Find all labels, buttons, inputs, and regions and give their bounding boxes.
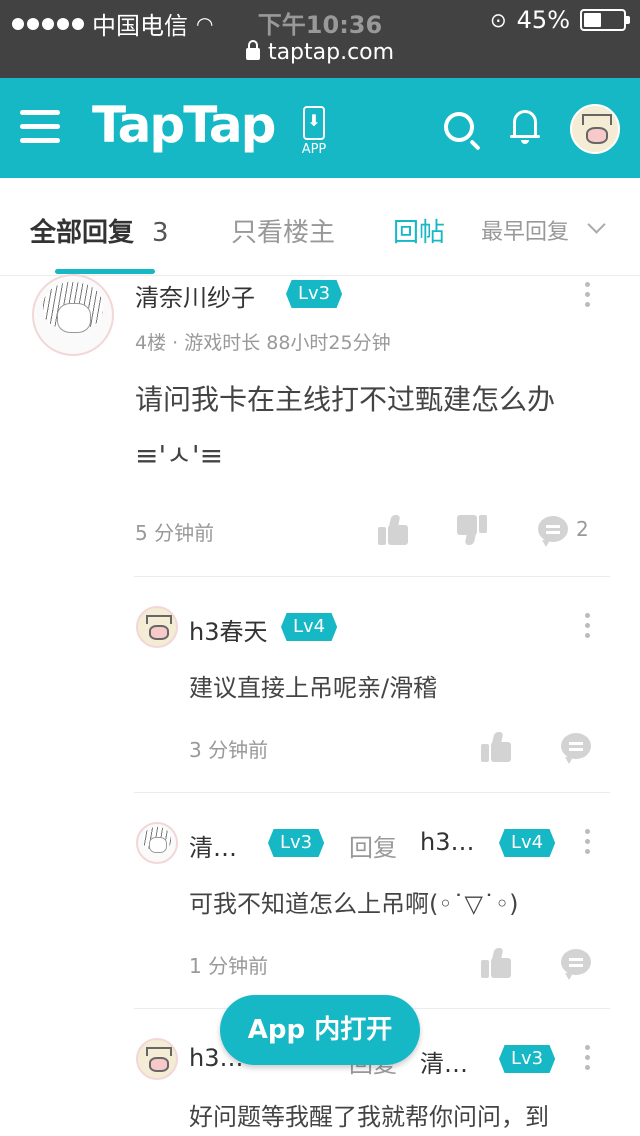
comment-icon[interactable] <box>561 733 591 764</box>
reply-time: 1 分钟前 <box>189 954 269 978</box>
url-text: taptap.com <box>267 40 395 65</box>
level-badge: Lv3 <box>268 829 325 857</box>
reply-text: 建议直接上吊呢亲/滑稽 <box>189 674 438 702</box>
level-badge: Lv3 <box>286 280 343 308</box>
tab-all-count: 3 <box>152 218 169 248</box>
user-avatar[interactable] <box>570 104 620 154</box>
comment-meta: 4楼 · 游戏时长 88小时25分钟 <box>135 332 391 354</box>
sort-dropdown[interactable]: 最早回复 <box>481 214 569 246</box>
reply-target[interactable]: h3… <box>420 828 474 856</box>
top-nav: TapTap APP <box>0 78 640 178</box>
thumbs-up-icon[interactable] <box>481 732 511 762</box>
tab-all-label: 全部回复 <box>30 218 135 248</box>
tab-host-only[interactable]: 只看楼主 <box>231 212 335 249</box>
taptap-logo[interactable]: TapTap <box>92 96 276 154</box>
more-options-icon[interactable] <box>585 1045 591 1075</box>
search-icon[interactable] <box>444 112 474 142</box>
level-badge: Lv4 <box>499 829 556 857</box>
reply-text: 可我不知道怎么上吊啊(◦˙▽˙◦) <box>189 890 519 918</box>
reply-word: 回复 <box>349 834 397 862</box>
thumbs-up-icon[interactable] <box>378 515 408 545</box>
chevron-down-icon[interactable] <box>587 215 606 234</box>
menu-icon[interactable] <box>20 110 60 144</box>
reply-text: 好问题等我醒了我就帮你问问，到 <box>189 1103 549 1131</box>
reply-time: 3 分钟前 <box>189 738 269 762</box>
comment-author[interactable]: 清奈川纱子 <box>135 278 255 313</box>
level-badge: Lv3 <box>499 1045 556 1073</box>
battery-info: ⊙ 45% <box>489 6 630 34</box>
app-label: APP <box>301 142 327 157</box>
reply-count: 2 <box>576 517 589 541</box>
thumbs-down-icon[interactable] <box>457 515 487 545</box>
comment-time: 5 分钟前 <box>135 521 215 545</box>
status-bar: 中国电信 ◠ 下午10:36 ⊙ 45% taptap.com <box>0 0 640 78</box>
reply-tabs: 全部回复 3 只看楼主 回帖 最早回复 <box>0 178 640 276</box>
open-in-app-button[interactable]: App 内打开 <box>220 995 420 1065</box>
reply-avatar[interactable] <box>136 606 178 648</box>
reply-target[interactable]: 清… <box>420 1044 468 1079</box>
thumbs-up-icon[interactable] <box>481 948 511 978</box>
url-bar[interactable]: taptap.com <box>0 40 640 65</box>
tab-all-replies[interactable]: 全部回复 3 <box>30 212 169 249</box>
lock-icon <box>245 40 260 60</box>
reply-avatar[interactable] <box>136 1038 178 1080</box>
bell-icon[interactable] <box>510 108 540 144</box>
divider <box>134 576 610 577</box>
battery-icon <box>580 9 630 31</box>
phone-download-icon <box>303 106 325 140</box>
comment-avatar[interactable] <box>32 274 114 356</box>
level-badge: Lv4 <box>281 613 338 641</box>
battery-percent: 45% <box>516 6 570 34</box>
more-options-icon[interactable] <box>585 829 591 859</box>
app-download-button[interactable]: APP <box>298 106 330 157</box>
comment-text: 请问我卡在主线打不过甄建怎么办≡'ㅅ'≡ <box>135 383 556 472</box>
comment-icon[interactable] <box>561 949 591 980</box>
more-options-icon[interactable] <box>585 613 591 643</box>
comment-icon[interactable] <box>538 516 568 547</box>
reply-avatar[interactable] <box>136 822 178 864</box>
rotation-lock-icon: ⊙ <box>489 8 507 32</box>
reply-author[interactable]: h3春天 <box>189 612 267 647</box>
divider <box>134 792 610 793</box>
more-options-icon[interactable] <box>585 282 591 312</box>
reply-post-button[interactable]: 回帖 <box>393 212 445 249</box>
reply-author[interactable]: 清… <box>189 828 237 863</box>
